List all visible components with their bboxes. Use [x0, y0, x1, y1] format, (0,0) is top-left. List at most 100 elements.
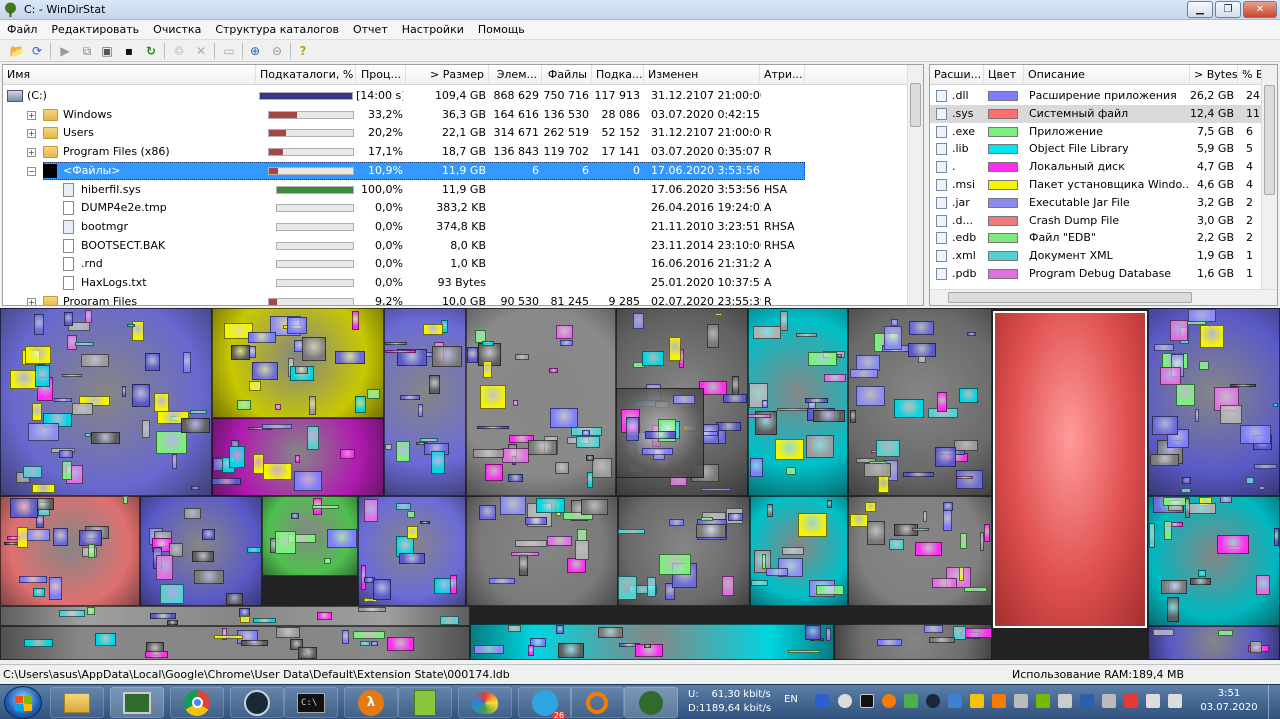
treemap-cell[interactable]: [432, 346, 463, 367]
treemap-cell[interactable]: [213, 634, 243, 640]
treemap-cell[interactable]: [23, 638, 53, 648]
treemap-cell[interactable]: [237, 400, 252, 411]
treemap-cell[interactable]: [865, 501, 876, 512]
table-row[interactable]: + Users 20,2% 22,1 GB 314 671 262 519 52 152 31…: [3, 124, 909, 142]
treemap-cell[interactable]: [956, 475, 974, 480]
extension-row[interactable]: . Локальный диск 4,7 GB 4: [930, 158, 1270, 176]
treemap-cell[interactable]: [765, 568, 789, 577]
treemap-cell[interactable]: [1220, 404, 1242, 424]
treemap-cell[interactable]: [59, 610, 86, 617]
extension-scrollbar[interactable]: [1261, 65, 1277, 291]
treemap-cell[interactable]: [598, 627, 623, 639]
treemap-cell[interactable]: [294, 454, 301, 464]
table-row[interactable]: hiberfil.sys 100,0% 11,9 GB 17.06.2020 3:53…: [3, 181, 909, 199]
table-row[interactable]: + Program Files 9,2% 10,0 GB 90 530 81 245 9 2…: [3, 293, 909, 305]
expand-icon[interactable]: +: [27, 148, 36, 158]
treemap-cell[interactable]: [406, 510, 415, 519]
treemap-cell[interactable]: [358, 606, 387, 613]
treemap-cell[interactable]: [263, 462, 292, 481]
treemap-cell[interactable]: [81, 354, 109, 368]
treemap-cell[interactable]: [907, 342, 936, 358]
treemap-cell[interactable]: [869, 461, 887, 465]
treemap-cell[interactable]: [502, 447, 530, 464]
treemap-cell[interactable]: [145, 353, 161, 372]
shield-tray-icon[interactable]: [904, 694, 918, 708]
extension-row[interactable]: .pdb Program Debug Database 1,6 GB 1: [930, 265, 1270, 283]
treemap-cell[interactable]: [86, 606, 95, 615]
treemap-cell[interactable]: [889, 539, 905, 550]
treemap-cell[interactable]: [226, 593, 243, 605]
treemap-cell[interactable]: [339, 449, 356, 460]
treemap-cell[interactable]: [35, 365, 51, 387]
treemap-cell[interactable]: [850, 368, 878, 378]
treemap-cell[interactable]: [641, 350, 665, 366]
terminal-tray-icon[interactable]: [860, 694, 874, 708]
treemap-cell[interactable]: [418, 403, 423, 418]
treemap-cell[interactable]: [34, 314, 45, 336]
table-row[interactable]: HaxLogs.txt 0,0% 93 Bytes 25.01.2020 10:37:…: [3, 274, 909, 292]
treemap-cell[interactable]: [935, 447, 956, 468]
treemap-cell[interactable]: [1217, 630, 1233, 636]
treemap-cell[interactable]: [714, 312, 723, 316]
extension-row[interactable]: .msi Пакет установщика Windo... 4,6 GB 4: [930, 176, 1270, 194]
menu-cleanup[interactable]: Очистка: [150, 23, 204, 36]
treemap-cell[interactable]: [54, 397, 73, 402]
treemap-cell[interactable]: [261, 424, 293, 429]
column-bytes[interactable]: > Bytes: [1190, 65, 1238, 85]
treemap-cell[interactable]: [25, 346, 51, 364]
treemap-cell[interactable]: [62, 373, 82, 378]
treemap-cell[interactable]: [371, 640, 379, 646]
table-row[interactable]: (C:) [14:00 s] 109,4 GB 868 629 750 716 117 9…: [3, 87, 909, 105]
treemap-cell[interactable]: [761, 553, 767, 569]
treemap-cell[interactable]: [1195, 408, 1200, 423]
table-row[interactable]: bootmgr 0,0% 374,8 KB 21.11.2010 3:23:51 RHS…: [3, 218, 909, 236]
treemap-cell[interactable]: [1180, 487, 1192, 494]
treemap-cell[interactable]: [316, 611, 333, 621]
extension-scroll-thumb[interactable]: [1264, 85, 1275, 195]
menu-file[interactable]: Файл: [4, 23, 40, 36]
treemap-cell[interactable]: [586, 455, 594, 461]
treemap-cell[interactable]: [201, 528, 216, 541]
table-row[interactable]: + Windows 33,2% 36,3 GB 164 616 136 530 28 086…: [3, 106, 909, 124]
treemap-cell[interactable]: [894, 398, 925, 419]
treemap-cell[interactable]: [1200, 325, 1225, 349]
treemap-cell[interactable]: [586, 471, 593, 489]
treemap-cell[interactable]: [363, 498, 378, 522]
column-extension[interactable]: Расши...: [930, 65, 984, 85]
treemap-cell[interactable]: [646, 576, 657, 597]
treemap-cell[interactable]: [929, 636, 955, 643]
treemap-cell[interactable]: [937, 392, 947, 412]
treemap-cell[interactable]: [247, 332, 277, 343]
treemap-cell[interactable]: [908, 321, 935, 335]
treemap-cell[interactable]: [962, 627, 992, 639]
command-prompt-icon[interactable]: ▪: [120, 42, 138, 60]
table-row[interactable]: − <Файлы> 10,9% 11,9 GB 6 6 0 17.06.2020 3:53:5…: [3, 161, 909, 180]
treemap-cell[interactable]: [1187, 502, 1217, 514]
clock[interactable]: 3:51 03.07.2020: [1196, 687, 1262, 715]
column-size[interactable]: > Размер: [406, 65, 489, 85]
treemap-cell[interactable]: [167, 619, 178, 626]
treemap-cell[interactable]: [752, 326, 782, 339]
treemap-cell[interactable]: [876, 440, 901, 458]
treemap-cell[interactable]: [514, 539, 547, 548]
treemap-cell[interactable]: [91, 431, 120, 444]
extension-row[interactable]: .xml Документ XML 1,9 GB 1: [930, 247, 1270, 265]
treemap-cell[interactable]: [722, 393, 747, 403]
expand-icon[interactable]: +: [27, 297, 36, 305]
treemap-cell[interactable]: [1274, 528, 1280, 547]
treemap-cell[interactable]: [395, 441, 410, 462]
treemap-cell[interactable]: [508, 624, 522, 633]
treemap-cell[interactable]: [536, 497, 565, 514]
extension-row[interactable]: .lib Object File Library 5,9 GB 5: [930, 140, 1270, 158]
treemap-cell[interactable]: [420, 438, 438, 442]
directory-scroll-thumb[interactable]: [910, 83, 921, 127]
treemap-cell[interactable]: [253, 618, 277, 624]
flag-tray-icon[interactable]: [1124, 694, 1138, 708]
treemap-cell[interactable]: [190, 486, 200, 491]
treemap-cell[interactable]: [555, 625, 565, 635]
treemap-cell[interactable]: [384, 308, 466, 496]
treemap-cell[interactable]: [1175, 383, 1196, 406]
treemap-cell[interactable]: [1164, 520, 1173, 541]
treemap-cell[interactable]: [274, 403, 281, 410]
zoom-out-icon[interactable]: ⊖: [268, 42, 286, 60]
